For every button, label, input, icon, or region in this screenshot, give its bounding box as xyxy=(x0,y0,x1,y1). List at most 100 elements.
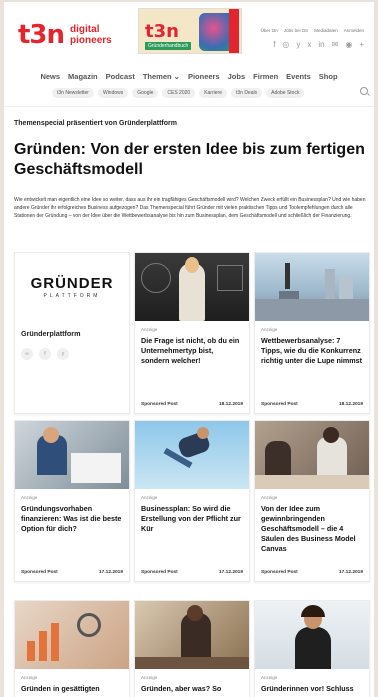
article-image xyxy=(135,421,249,489)
social-links: f ◎ y x in ✉ ◉ + xyxy=(273,40,364,49)
top-link-about[interactable]: Über t3n xyxy=(261,28,278,33)
article-image xyxy=(15,601,129,669)
article-meta: Sponsored Post 17.12.2019 xyxy=(141,570,243,575)
nav-item-shop[interactable]: Shop xyxy=(319,72,338,81)
page-title: Gründen: Von der ersten Idee bis zum fer… xyxy=(14,141,365,178)
magazine-cover-stripe xyxy=(229,9,239,53)
magazine-promo[interactable]: t3n Gründerhandbuch xyxy=(138,8,242,54)
sponsored-label: Sponsored Post xyxy=(261,570,298,575)
lead-paragraph: Wie entwickelt man eigentlich eine Idee … xyxy=(14,197,366,220)
article-title[interactable]: Gründerinnen vor! Schluss xyxy=(261,684,363,694)
tag-ces[interactable]: CES 2020 xyxy=(162,88,196,98)
tag-adobe-stock[interactable]: Adobe Stock xyxy=(266,88,305,98)
brand-sub: PLATTFORM xyxy=(43,293,101,299)
article-title[interactable]: Gründen in gesättigten xyxy=(21,684,123,694)
article-title[interactable]: Von der Idee zum gewinnbringenden Geschä… xyxy=(261,504,363,554)
logo-tagline-line1: digital xyxy=(70,24,100,35)
sponsor-name: Gründerplattform xyxy=(21,329,81,338)
nav-item-news[interactable]: News xyxy=(40,72,60,81)
top-link-jobs[interactable]: Jobs bei t3n xyxy=(284,28,308,33)
sponsor-card[interactable]: GRÜNDER PLATTFORM Gründerplattform ∞ f y xyxy=(14,252,130,414)
nav-item-pioneers[interactable]: Pioneers xyxy=(188,72,220,81)
nav-item-events[interactable]: Events xyxy=(286,72,311,81)
article-grid-row3: Anzeige Gründen in gesättigten Anzeige G… xyxy=(14,600,370,697)
xing-icon[interactable]: x xyxy=(307,40,311,49)
article-card[interactable]: Anzeige Gründen in gesättigten xyxy=(14,600,130,697)
nav-divider xyxy=(4,106,374,107)
sponsored-label: Sponsored Post xyxy=(141,570,178,575)
article-card[interactable]: Anzeige Wettbewerbsanalyse: 7 Tipps, wie… xyxy=(254,252,370,414)
article-meta: Sponsored Post 17.12.2019 xyxy=(21,570,123,575)
ad-label: Anzeige xyxy=(261,327,278,332)
logo-tagline-line2: pioneers xyxy=(70,35,112,46)
article-meta: Sponsored Post 18.12.2019 xyxy=(141,402,243,407)
topic-tags: t3n Newsletter Windows Google CES 2020 K… xyxy=(52,88,305,98)
tag-windows[interactable]: Windows xyxy=(97,88,129,98)
tag-karriere[interactable]: Karriere xyxy=(199,88,227,98)
article-card[interactable]: Anzeige Von der Idee zum gewinnbringende… xyxy=(254,420,370,582)
ad-label: Anzeige xyxy=(261,675,278,680)
article-meta: Sponsored Post 18.12.2019 xyxy=(261,402,363,407)
article-date: 18.12.2019 xyxy=(218,402,243,407)
sponsor-links: ∞ f y xyxy=(15,344,129,364)
sponsored-label: Sponsored Post xyxy=(261,402,298,407)
article-date: 17.12.2019 xyxy=(98,570,123,575)
article-card[interactable]: Anzeige Gründerinnen vor! Schluss xyxy=(254,600,370,697)
nav-item-firmen[interactable]: Firmen xyxy=(253,72,278,81)
ad-label: Anzeige xyxy=(21,495,38,500)
article-image xyxy=(255,601,369,669)
article-card[interactable]: Anzeige Gründungsvorhaben finanzieren: W… xyxy=(14,420,130,582)
gruenderplattform-logo: GRÜNDER PLATTFORM xyxy=(15,253,129,321)
plus-icon[interactable]: + xyxy=(359,40,364,49)
t3n-logo[interactable]: t3n digital pioneers xyxy=(18,20,112,50)
site-header: t3n digital pioneers t3n Gründerhandbuch… xyxy=(4,2,374,66)
top-links: Über t3n Jobs bei t3n Mediadaten Anmelde… xyxy=(261,28,364,33)
article-meta: Sponsored Post 17.12.2019 xyxy=(261,570,363,575)
mail-icon[interactable]: ✉ xyxy=(332,40,339,49)
article-image xyxy=(135,253,249,321)
instagram-icon[interactable]: ◎ xyxy=(282,40,289,49)
nav-item-themen[interactable]: Themen ⌄ xyxy=(143,72,180,81)
article-title[interactable]: Die Frage ist nicht, ob du ein Unternehm… xyxy=(141,336,243,366)
article-image xyxy=(255,253,369,321)
article-date: 18.12.2019 xyxy=(338,402,363,407)
twitter-icon[interactable]: y xyxy=(296,40,300,49)
article-image xyxy=(135,601,249,669)
article-title[interactable]: Businessplan: So wird die Erstellung von… xyxy=(141,504,243,534)
article-title[interactable]: Gründen, aber was? So xyxy=(141,684,243,694)
nav-item-magazin[interactable]: Magazin xyxy=(68,72,98,81)
article-date: 17.12.2019 xyxy=(218,570,243,575)
tag-google[interactable]: Google xyxy=(132,88,159,98)
linkedin-icon[interactable]: in xyxy=(318,40,324,49)
article-date: 17.12.2019 xyxy=(338,570,363,575)
ad-label: Anzeige xyxy=(261,495,278,500)
article-card[interactable]: Anzeige Businessplan: So wird die Erstel… xyxy=(134,420,250,582)
link-icon[interactable]: ∞ xyxy=(21,348,33,360)
logo-tagline: digital pioneers xyxy=(70,24,112,46)
rss-icon[interactable]: ◉ xyxy=(345,40,352,49)
article-image xyxy=(255,421,369,489)
article-grid: GRÜNDER PLATTFORM Gründerplattform ∞ f y… xyxy=(14,252,370,582)
search-icon[interactable] xyxy=(360,87,368,95)
facebook-icon[interactable]: f xyxy=(39,348,51,360)
top-link-media[interactable]: Mediadaten xyxy=(314,28,338,33)
ad-label: Anzeige xyxy=(141,327,158,332)
facebook-icon[interactable]: f xyxy=(273,40,275,49)
sponsored-label: Sponsored Post xyxy=(21,570,58,575)
brand-word: GRÜNDER xyxy=(30,275,114,292)
tag-deals[interactable]: t3n Deals xyxy=(230,88,263,98)
article-title[interactable]: Gründungsvorhaben finanzieren: Was ist d… xyxy=(21,504,123,534)
nav-item-podcast[interactable]: Podcast xyxy=(106,72,135,81)
top-link-login[interactable]: Anmelden xyxy=(344,28,364,33)
article-title[interactable]: Wettbewerbsanalyse: 7 Tipps, wie du die … xyxy=(261,336,363,366)
logo-mark: t3n xyxy=(18,20,65,50)
page: t3n digital pioneers t3n Gründerhandbuch… xyxy=(4,2,374,697)
ad-label: Anzeige xyxy=(141,495,158,500)
ad-label: Anzeige xyxy=(141,675,158,680)
twitter-icon[interactable]: y xyxy=(57,348,69,360)
article-card[interactable]: Anzeige Die Frage ist nicht, ob du ein U… xyxy=(134,252,250,414)
tag-newsletter[interactable]: t3n Newsletter xyxy=(52,88,94,98)
main-nav: News Magazin Podcast Themen ⌄ Pioneers J… xyxy=(4,72,374,81)
article-card[interactable]: Anzeige Gründen, aber was? So xyxy=(134,600,250,697)
nav-item-jobs[interactable]: Jobs xyxy=(228,72,246,81)
